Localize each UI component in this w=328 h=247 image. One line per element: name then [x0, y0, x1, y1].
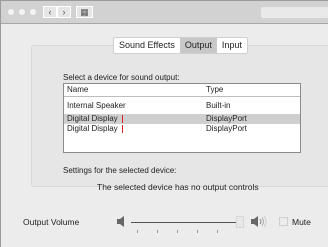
- search-input[interactable]: [261, 7, 328, 18]
- slider-tick: [197, 230, 198, 233]
- mute-label: Mute: [292, 217, 311, 227]
- device-type: Built-in: [206, 101, 231, 110]
- tab-output[interactable]: Output: [179, 38, 217, 53]
- speaker-high-icon: [251, 215, 267, 228]
- text-cursor-marker: [122, 125, 123, 133]
- table-row[interactable]: Digital Display DisplayPort: [64, 124, 300, 134]
- close-window-button[interactable]: [8, 9, 14, 15]
- tab-bar: Sound Effects Output Input: [113, 37, 248, 54]
- forward-button[interactable]: ›: [57, 6, 71, 18]
- text-cursor-marker: [122, 115, 123, 123]
- no-controls-message: The selected device has no output contro…: [97, 182, 259, 192]
- slider-tick: [177, 230, 178, 233]
- column-header-type[interactable]: Type: [206, 85, 223, 95]
- output-volume-label: Output Volume: [23, 217, 80, 227]
- tab-sound-effects[interactable]: Sound Effects: [114, 38, 180, 53]
- minimize-window-button[interactable]: [19, 9, 25, 15]
- slider-tick: [217, 230, 218, 233]
- tab-input[interactable]: Input: [217, 38, 247, 53]
- table-row-selected[interactable]: Digital Display DisplayPort: [64, 114, 300, 124]
- table-header: Name Type: [64, 84, 300, 97]
- table-row[interactable]: Internal Speaker Built-in: [64, 101, 300, 111]
- device-table: Name Type Internal Speaker Built-in Digi…: [63, 83, 301, 153]
- volume-slider-knob[interactable]: [236, 216, 244, 228]
- device-type: DisplayPort: [206, 114, 247, 123]
- back-button[interactable]: ‹: [43, 6, 57, 18]
- device-type: DisplayPort: [206, 124, 247, 133]
- settings-label: Settings for the selected device:: [63, 166, 177, 175]
- output-panel: Select a device for sound output: Name T…: [31, 45, 328, 192]
- mute-checkbox[interactable]: [279, 217, 288, 226]
- device-name: Digital Display: [67, 124, 118, 133]
- slider-tick: [157, 230, 158, 233]
- show-all-grid-icon[interactable]: ▦: [76, 6, 93, 18]
- volume-slider-track[interactable]: [131, 222, 244, 223]
- device-name: Digital Display: [67, 114, 118, 123]
- slider-tick: [137, 230, 138, 233]
- speaker-low-icon: [117, 216, 124, 227]
- device-name: Internal Speaker: [67, 101, 126, 110]
- titlebar: ‹ › ▦: [1, 1, 328, 24]
- output-prompt: Select a device for sound output:: [63, 73, 180, 82]
- zoom-window-button[interactable]: [30, 9, 36, 15]
- sound-preferences-window: ‹ › ▦ Select a device for sound output: …: [0, 0, 328, 247]
- column-header-name[interactable]: Name: [67, 85, 88, 95]
